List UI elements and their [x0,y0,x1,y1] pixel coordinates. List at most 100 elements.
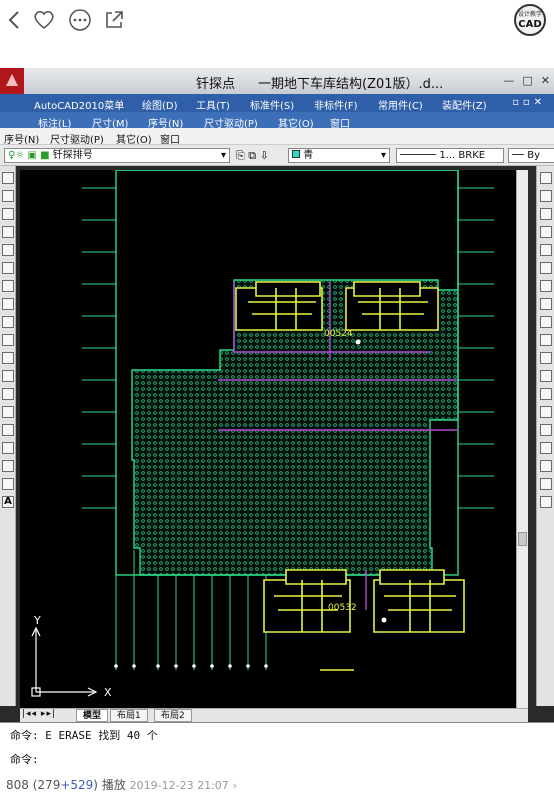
menu-standard-parts[interactable]: 标准件(S) [250,97,294,112]
polyline-icon[interactable] [2,208,14,220]
revcloud-icon[interactable] [2,298,14,310]
table-icon[interactable] [2,478,14,490]
break-at-point-icon[interactable] [540,370,552,382]
layer-value: 钎探排号 [52,150,93,161]
rotate-icon[interactable] [540,280,552,292]
copy-icon[interactable] [540,190,552,202]
hatch-icon[interactable] [2,424,14,436]
ellipse-icon[interactable] [2,334,14,346]
move-icon[interactable] [540,262,552,274]
ellipse-arc-icon[interactable] [2,352,14,364]
menu-window-controls: ▫▫✕ [512,97,546,108]
command-window[interactable]: 命令: E ERASE 找到 40 个 命令: [0,722,554,768]
layer-state-icons: ♀☼ ▣ ■ [8,150,53,161]
circle-icon[interactable] [2,280,14,292]
video-frame[interactable]: 钎探点 一期地下车库结构(Z01版）.d... — □ ✕ AutoCAD201… [0,68,554,768]
insert-block-icon[interactable] [2,370,14,382]
line-tool-icon[interactable] [2,172,14,184]
menu-common-parts[interactable]: 常用件(C) [378,97,423,112]
layout-tabs: |◂◂ ▸▸| 模型 布局1 布局2 [20,708,528,722]
play-label: 播放 [101,778,126,792]
polygon-icon[interactable] [2,226,14,238]
stretch-icon[interactable] [540,316,552,328]
more-icon[interactable] [66,6,94,34]
chevron-down-icon: ▾ [380,150,386,161]
join-icon[interactable] [540,406,552,418]
view-count: 808 [6,778,29,792]
building-b [263,569,465,671]
cad-drawing: 00524 00532 Y X [31,170,494,699]
fillet-icon[interactable] [540,442,552,454]
publish-date: 2019-12-23 21:07 [129,779,229,792]
top-bar: 设计教学 CAD [0,0,554,40]
rectangle-icon[interactable] [2,244,14,256]
erase-icon[interactable] [540,172,552,184]
lineweight-select[interactable]: ── By [508,148,554,163]
properties-icon[interactable] [540,496,552,508]
close-icon[interactable]: ✕ [541,74,550,87]
menu-nonstandard-parts[interactable]: 非标件(F) [314,97,358,112]
scrollbar-thumb[interactable] [518,532,527,546]
make-block-icon[interactable] [2,388,14,400]
minimize-icon[interactable]: — [503,74,514,87]
stats-close-paren: ) [93,778,98,792]
gradient-icon[interactable] [2,442,14,454]
share-icon[interactable] [100,6,128,34]
trim-icon[interactable] [540,334,552,346]
tab-model[interactable]: 模型 [76,709,109,722]
explode-icon[interactable] [540,460,552,472]
title-left: 钎探点 [196,77,236,92]
window-buttons: — □ ✕ [503,74,550,87]
modify-toolbar [536,166,554,706]
logo-text-top: 设计教学 [517,11,542,18]
construction-line-icon[interactable] [2,190,14,202]
label-00524: 00524 [324,329,353,339]
layer-toolbar: ♀☼ ▣ ■ 钎探排号 ▾ ⎘ ⧉ ⇩ 青 ▾ ────── 1... BRKE… [0,144,554,166]
menu-draw[interactable]: 绘图(D) [142,97,178,112]
heart-icon[interactable] [30,6,58,34]
title-bar: 钎探点 一期地下车库结构(Z01版）.d... — □ ✕ [0,68,554,94]
ucs-icon [31,626,98,697]
point-icon[interactable] [2,406,14,418]
axis-x-label: X [104,686,112,699]
menu-bar-2: 标注(L) 尺寸(M) 序号(N) 尺寸驱动(P) 其它(O) 窗口 [0,112,554,130]
spline-icon[interactable] [2,316,14,328]
lineweight-sample: ── [512,150,528,161]
title-right: 一期地下车库结构(Z01版）.d... [258,77,444,92]
menu-bar-3: 序号(N) 尺寸驱动(P) 其它(O) 窗口 [0,128,554,146]
extend-icon[interactable] [540,352,552,364]
color-select[interactable]: 青 ▾ [288,148,390,163]
menu-autocad2010[interactable]: AutoCAD2010菜单 [34,97,124,112]
command-prompt[interactable]: 命令: [10,751,39,767]
linetype-select[interactable]: ────── 1... BRKE [396,148,504,163]
region-icon[interactable] [2,460,14,472]
back-icon[interactable] [0,6,28,34]
array-icon[interactable] [540,244,552,256]
autocad-logo-icon[interactable] [0,68,24,94]
color-swatch-icon [292,150,300,158]
arc-icon[interactable] [2,262,14,274]
mirror-icon[interactable] [540,208,552,220]
scale-icon[interactable] [540,298,552,310]
vertical-scrollbar[interactable] [516,170,528,708]
chevron-right-icon[interactable]: › [233,779,237,792]
layer-tools-icons[interactable]: ⎘ ⧉ ⇩ [236,149,269,163]
menu-assembly-parts[interactable]: 装配件(Z) [442,97,487,112]
tab-nav-arrows[interactable]: |◂◂ ▸▸| [22,709,56,719]
likes-count: 279 [37,778,61,792]
mtext-icon[interactable]: A [2,496,14,508]
offset-icon[interactable] [540,226,552,238]
tab-layout1[interactable]: 布局1 [110,709,148,722]
drawing-canvas[interactable]: 00524 00532 Y X [20,170,516,708]
chamfer-icon[interactable] [540,424,552,436]
layer-select[interactable]: ♀☼ ▣ ■ 钎探排号 ▾ [4,148,230,163]
edit-polyline-icon[interactable] [540,478,552,490]
menu-tools[interactable]: 工具(T) [196,97,230,112]
break-icon[interactable] [540,388,552,400]
logo-text-cad: CAD [518,19,542,30]
channel-logo[interactable]: 设计教学 CAD [514,4,546,36]
tab-layout2[interactable]: 布局2 [154,709,192,722]
linetype-value: 1... BRKE [439,150,486,161]
chevron-down-icon: ▾ [220,150,226,161]
maximize-icon[interactable]: □ [522,74,532,87]
